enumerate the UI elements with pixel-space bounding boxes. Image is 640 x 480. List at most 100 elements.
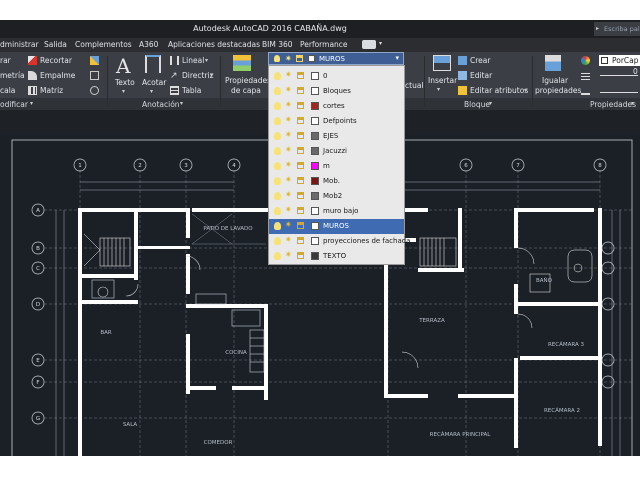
lock-icon[interactable] (297, 162, 304, 169)
layer-combo[interactable]: ✷ MUROS ▾ (268, 52, 404, 65)
lock-icon[interactable] (297, 117, 304, 124)
lightbulb-icon[interactable] (274, 132, 281, 140)
layer-color-swatch[interactable] (311, 72, 319, 80)
lock-icon[interactable] (297, 207, 304, 214)
leader-button[interactable]: Directriz (182, 71, 214, 80)
layer-color-swatch[interactable] (311, 252, 319, 260)
lock-icon[interactable] (297, 102, 304, 109)
sun-icon[interactable]: ✷ (285, 205, 292, 214)
sun-icon[interactable]: ✷ (285, 130, 292, 139)
panel-block-title[interactable]: Bloque (464, 100, 490, 109)
sun-icon[interactable]: ✷ (285, 190, 292, 199)
offset-icon[interactable] (90, 86, 99, 95)
menu-item-a360[interactable]: A360 (139, 40, 158, 49)
lightbulb-icon[interactable] (274, 117, 281, 125)
lightbulb-icon[interactable] (274, 222, 281, 230)
layer-color-swatch[interactable] (311, 207, 319, 215)
layer-color-swatch[interactable] (311, 87, 319, 95)
menu-item-bim360[interactable]: BIM 360 (262, 40, 293, 49)
dimension-button[interactable]: Acotar (142, 78, 166, 87)
lock-icon[interactable] (297, 132, 304, 139)
layer-color-swatch[interactable] (311, 162, 319, 170)
sun-icon[interactable]: ✷ (285, 220, 292, 229)
lock-icon[interactable] (297, 192, 304, 199)
lock-icon[interactable] (297, 147, 304, 154)
copy-icon[interactable] (90, 71, 99, 80)
layer-properties-label-2[interactable]: de capa (231, 86, 261, 95)
panel-properties-dropdown-icon[interactable]: ▾ (631, 100, 634, 107)
layer-row[interactable]: ✷ TEXTO (269, 249, 404, 264)
layer-color-swatch[interactable] (311, 132, 319, 140)
lightbulb-icon[interactable] (274, 252, 281, 260)
panel-annotation-dropdown-icon[interactable]: ▾ (180, 100, 183, 107)
edit-block-button[interactable]: Editar (470, 71, 492, 80)
panel-annotation-title[interactable]: Anotación (142, 100, 180, 109)
dimension-dropdown-icon[interactable]: ▾ (150, 88, 153, 95)
layer-color-swatch[interactable] (311, 177, 319, 185)
fillet-button[interactable]: Empalme (40, 71, 75, 80)
trim-button[interactable]: Recortar (40, 56, 72, 65)
edit-attributes-dropdown-icon[interactable]: ▾ (524, 87, 527, 94)
layer-row[interactable]: ✷ muro bajo (269, 204, 404, 219)
lightbulb-icon[interactable] (274, 102, 281, 110)
layer-color-swatch[interactable] (311, 222, 319, 230)
match-properties-label-1[interactable]: Igualar (542, 76, 568, 85)
set-current-label[interactable]: ctual (405, 81, 424, 90)
menu-item-complementos[interactable]: Complementos (75, 40, 132, 49)
match-properties-label-2[interactable]: propiedades (535, 86, 581, 95)
lightbulb-icon[interactable] (274, 192, 281, 200)
text-button[interactable]: Texto (115, 78, 135, 87)
color-wheel-icon[interactable] (581, 56, 590, 65)
text-dropdown-icon[interactable]: ▾ (122, 88, 125, 95)
dimension-icon[interactable] (145, 55, 161, 73)
layer-row[interactable]: ✷ Defpoints (269, 114, 404, 129)
lock-icon[interactable] (297, 237, 304, 244)
insert-button[interactable]: Insertar (428, 76, 457, 85)
layer-color-swatch[interactable] (311, 237, 319, 245)
layer-color-swatch[interactable] (311, 117, 319, 125)
layer-row[interactable]: ✷ Jacuzzi (269, 144, 404, 159)
sun-icon[interactable]: ✷ (285, 70, 292, 79)
lock-icon[interactable] (297, 72, 304, 79)
menu-item-administrar[interactable]: dministrar (0, 40, 39, 49)
layer-properties-label-1[interactable]: Propiedades (225, 76, 271, 85)
insert-block-icon[interactable] (433, 55, 451, 71)
text-large-icon[interactable]: A (116, 54, 130, 78)
linetype-line[interactable] (600, 92, 638, 93)
lightbulb-icon[interactable] (274, 162, 281, 170)
lightbulb-icon[interactable] (274, 177, 281, 185)
layer-row[interactable]: ✷ EJES (269, 129, 404, 144)
layer-properties-icon[interactable] (233, 55, 251, 71)
panel-modify-dropdown-icon[interactable]: ▾ (30, 100, 33, 107)
menu-item-salida[interactable]: Salida (44, 40, 67, 49)
layer-color-swatch[interactable] (311, 192, 319, 200)
modify-tool-scale[interactable]: cala (0, 86, 15, 95)
layer-color-swatch[interactable] (311, 102, 319, 110)
layer-row[interactable]: ✷ m (269, 159, 404, 174)
lightbulb-icon[interactable] (274, 87, 281, 95)
layer-row[interactable]: ✷ Bloques (269, 84, 404, 99)
search-box[interactable]: ▸ Escriba palab (594, 22, 640, 36)
create-block-button[interactable]: Crear (470, 56, 490, 65)
lock-icon[interactable] (297, 252, 304, 259)
edit-attributes-button[interactable]: Editar atributos (470, 86, 528, 95)
linear-dropdown-icon[interactable]: ▾ (205, 57, 208, 64)
layer-combo-dropdown-icon[interactable]: ▾ (395, 54, 399, 62)
lightbulb-icon[interactable] (274, 147, 281, 155)
lightbulb-icon[interactable] (274, 72, 281, 80)
layer-row[interactable]: ✷ proyecciones de fachada (269, 234, 410, 249)
lock-icon[interactable] (297, 222, 304, 229)
layer-row[interactable]: ✷ Mob. (269, 174, 404, 189)
linear-dim-button[interactable]: Lineal (182, 56, 204, 65)
insert-dropdown-icon[interactable]: ▾ (437, 86, 440, 93)
sun-icon[interactable]: ✷ (285, 145, 292, 154)
layer-row[interactable]: ✷ Mob2 (269, 189, 404, 204)
array-button[interactable]: Matriz (40, 86, 63, 95)
layer-row[interactable]: ✷ cortes (269, 99, 404, 114)
stretch-icon[interactable] (90, 56, 99, 65)
sun-icon[interactable]: ✷ (285, 235, 292, 244)
sun-icon[interactable]: ✷ (285, 160, 292, 169)
sun-icon[interactable]: ✷ (285, 85, 292, 94)
panel-properties-title[interactable]: Propiedades (590, 100, 636, 109)
layer-dropdown-list[interactable]: ✷ 0 ✷ Bloques ✷ cortes ✷ Defpoints ✷ EJES ✷ Jacuzzi… (268, 65, 410, 265)
